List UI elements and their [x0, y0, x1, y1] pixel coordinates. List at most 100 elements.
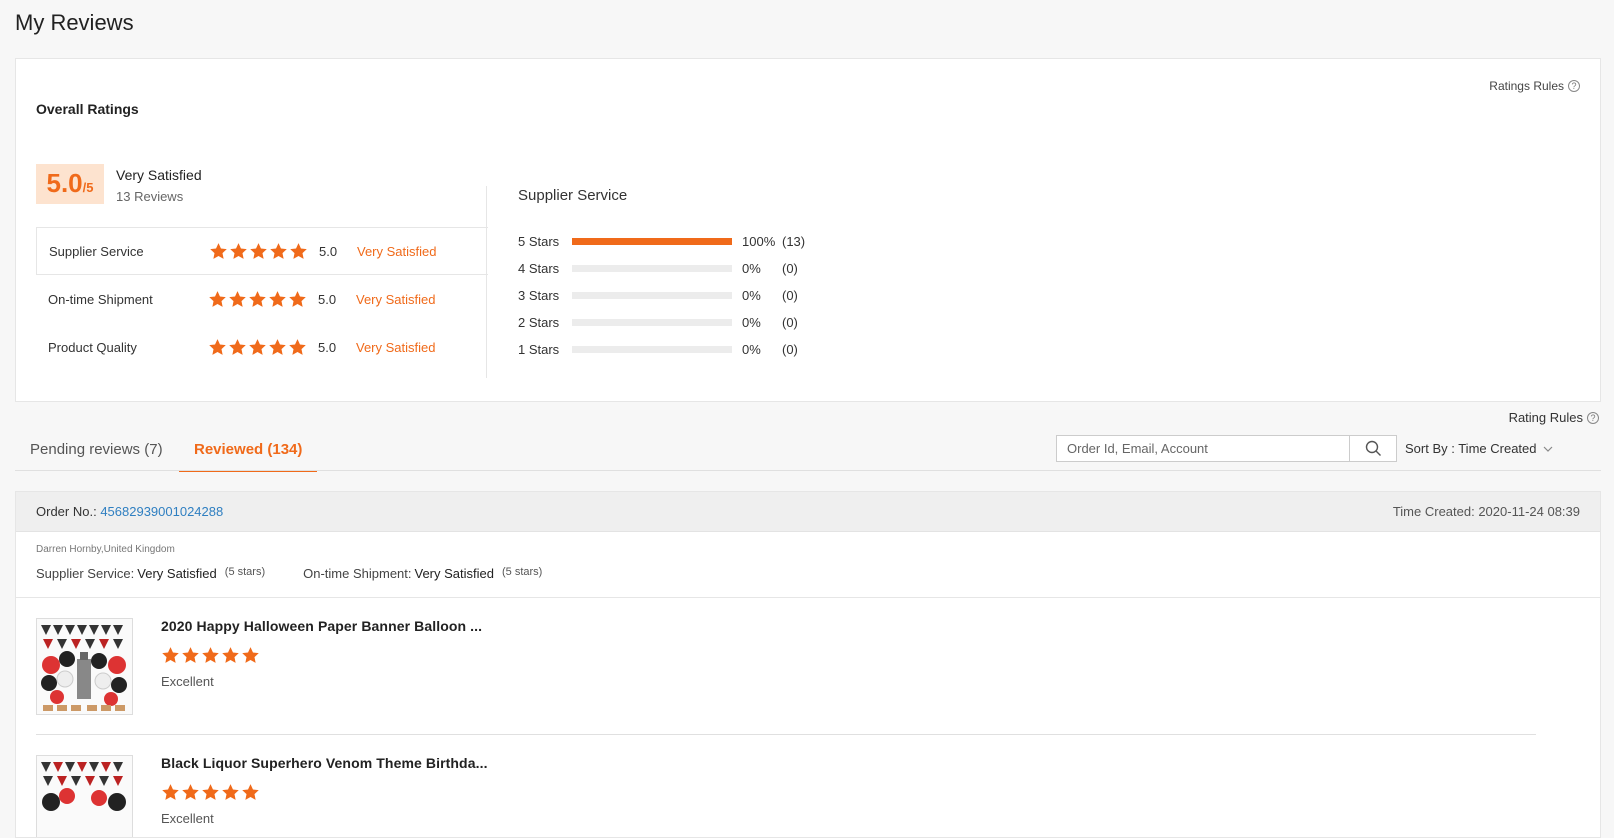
- distribution-percent: 100%: [742, 233, 776, 249]
- distribution-row: 5 Stars 100% (13): [518, 231, 805, 251]
- star-icon: [290, 242, 307, 259]
- product-title[interactable]: Black Liquor Superhero Venom Theme Birth…: [161, 755, 488, 771]
- distribution-label: 1 Stars: [518, 341, 560, 357]
- product-thumbnail[interactable]: [36, 755, 133, 837]
- distribution-bar: [572, 291, 732, 299]
- product-review-item: 2020 Happy Halloween Paper Banner Balloo…: [36, 618, 1536, 715]
- product-thumbnail[interactable]: [36, 618, 133, 715]
- star-icon: [250, 242, 267, 259]
- ratings-rules-link[interactable]: Ratings Rules ?: [1489, 79, 1580, 93]
- distribution-label: 4 Stars: [518, 260, 560, 276]
- distribution-bar: [572, 237, 732, 245]
- help-icon: ?: [1568, 80, 1580, 92]
- category-row-on-time-shipment[interactable]: On-time Shipment 5.0 Very Satisfied: [36, 275, 488, 323]
- star-icon: [222, 784, 239, 800]
- distribution-title: Supplier Service: [518, 187, 628, 204]
- star-icon: [289, 290, 306, 307]
- service-ratings: Supplier Service: Very Satisfied (5 star…: [36, 566, 542, 581]
- category-score: 5.0: [318, 339, 337, 355]
- category-row-supplier-service[interactable]: Supplier Service 5.0 Very Satisfied: [36, 227, 488, 275]
- distribution-count: (13): [782, 233, 806, 249]
- category-row-product-quality[interactable]: Product Quality 5.0 Very Satisfied: [36, 323, 488, 371]
- category-desc: Very Satisfied: [356, 339, 436, 355]
- order-number: Order No.: 45682939001024288: [36, 504, 223, 519]
- summary-label: Very Satisfied: [116, 167, 202, 183]
- tab-pending-reviews[interactable]: Pending reviews (7): [15, 432, 178, 472]
- distribution-count: (0): [782, 314, 798, 330]
- star-rating: [209, 242, 308, 261]
- sort-label: Sort By : Time Created: [1405, 441, 1537, 456]
- distribution-bar-fill: [572, 237, 732, 245]
- star-icon: [229, 338, 246, 355]
- star-icon: [270, 242, 287, 259]
- star-icon: [249, 338, 266, 355]
- score-badge: 5.0 /5: [36, 164, 104, 204]
- score-value: 5.0: [46, 168, 83, 198]
- tab-reviewed[interactable]: Reviewed (134): [179, 432, 318, 472]
- category-name: Supplier Service: [49, 243, 144, 259]
- score-denominator: /5: [82, 180, 94, 195]
- order-time-created: Time Created: 2020-11-24 08:39: [1392, 504, 1580, 519]
- category-name: On-time Shipment: [48, 291, 153, 307]
- star-icon: [202, 784, 219, 800]
- category-desc: Very Satisfied: [357, 243, 437, 259]
- distribution-percent: 0%: [742, 287, 761, 303]
- star-rating: [208, 338, 307, 357]
- search-button[interactable]: [1349, 436, 1396, 461]
- review-count: 13 Reviews: [116, 189, 184, 204]
- category-desc: Very Satisfied: [356, 291, 436, 307]
- order-number-link[interactable]: 45682939001024288: [100, 504, 223, 519]
- product-title[interactable]: 2020 Happy Halloween Paper Banner Balloo…: [161, 618, 482, 634]
- rating-summary: 5.0 /5 Very Satisfied 13 Reviews: [36, 164, 488, 228]
- star-icon: [182, 784, 199, 800]
- distribution-label: 3 Stars: [518, 287, 560, 303]
- star-icon: [209, 338, 226, 355]
- search-box: [1056, 435, 1397, 462]
- buyer-info: Darren Hornby,United Kingdom: [36, 544, 175, 555]
- distribution-bar: [572, 264, 732, 272]
- distribution-count: (0): [782, 341, 798, 357]
- product-star-rating: [161, 783, 260, 802]
- distribution-percent: 0%: [742, 314, 761, 330]
- supplier-service-value: Very Satisfied: [137, 566, 217, 581]
- search-input[interactable]: [1057, 436, 1349, 461]
- star-icon: [209, 290, 226, 307]
- section-divider: [16, 597, 1600, 598]
- ratings-rules-label: Ratings Rules: [1489, 79, 1564, 93]
- distribution-row: 3 Stars 0% (0): [518, 285, 798, 305]
- category-name: Product Quality: [48, 339, 137, 355]
- product-verdict: Excellent: [161, 811, 214, 826]
- product-verdict: Excellent: [161, 674, 214, 689]
- distribution-label: 5 Stars: [518, 233, 560, 249]
- distribution-row: 1 Stars 0% (0): [518, 339, 798, 359]
- distribution-row: 2 Stars 0% (0): [518, 312, 798, 332]
- product-star-rating: [161, 646, 260, 665]
- shipment-label: On-time Shipment:: [303, 566, 412, 581]
- shipment-value: Very Satisfied: [414, 566, 495, 581]
- product-divider: [36, 734, 1536, 735]
- supplier-service-stars: (5 stars): [224, 566, 266, 578]
- order-number-label: Order No.:: [36, 504, 97, 519]
- rating-rules-link[interactable]: Rating Rules ?: [1509, 410, 1599, 425]
- star-icon: [242, 647, 259, 663]
- distribution-label: 2 Stars: [518, 314, 560, 330]
- star-icon: [222, 647, 239, 663]
- star-icon: [182, 647, 199, 663]
- distribution-percent: 0%: [742, 260, 761, 276]
- star-rating: [208, 290, 307, 309]
- page-title: My Reviews: [15, 10, 134, 35]
- vertical-divider: [486, 186, 487, 378]
- star-icon: [202, 647, 219, 663]
- star-icon: [162, 647, 179, 663]
- sort-dropdown[interactable]: Sort By : Time Created: [1405, 441, 1553, 456]
- star-icon: [289, 338, 306, 355]
- distribution-row: 4 Stars 0% (0): [518, 258, 798, 278]
- supplier-service-label: Supplier Service:: [36, 566, 135, 581]
- order-review-card: Order No.: 45682939001024288 Time Create…: [15, 491, 1601, 838]
- distribution-bar: [572, 345, 732, 353]
- chevron-down-icon: [1543, 446, 1552, 452]
- star-icon: [249, 290, 266, 307]
- distribution-count: (0): [782, 260, 798, 276]
- category-score: 5.0: [318, 291, 337, 307]
